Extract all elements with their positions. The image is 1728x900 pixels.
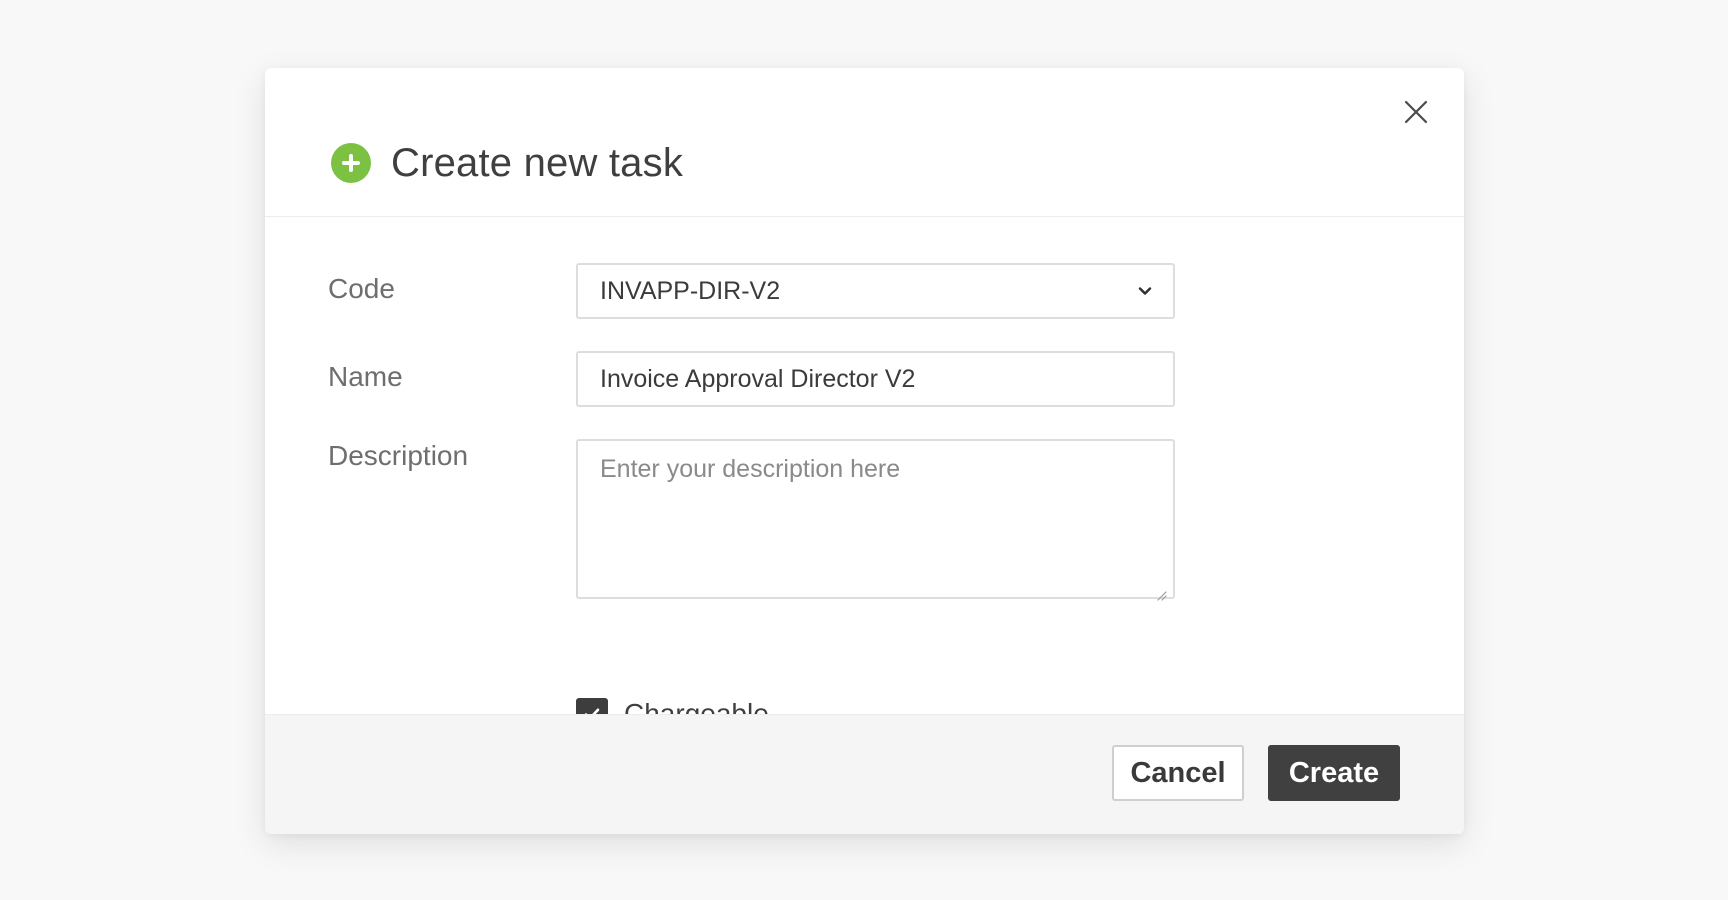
description-textarea[interactable]: Enter your description here bbox=[576, 439, 1175, 601]
create-task-dialog: Create new task Code INVAPP-DIR-V2 Name … bbox=[265, 68, 1464, 834]
name-label: Name bbox=[328, 361, 403, 392]
plus-circle-icon bbox=[331, 143, 371, 183]
task-form: Code INVAPP-DIR-V2 Name Invoice Approval… bbox=[265, 218, 1464, 783]
close-button[interactable] bbox=[1396, 92, 1436, 132]
resize-handle-icon[interactable] bbox=[1155, 579, 1167, 601]
code-label: Code bbox=[328, 273, 395, 304]
code-select-value: INVAPP-DIR-V2 bbox=[600, 276, 781, 305]
description-label: Description bbox=[328, 440, 469, 471]
cancel-button[interactable]: Cancel bbox=[1112, 745, 1244, 801]
page-background: Create new task Code INVAPP-DIR-V2 Name … bbox=[0, 0, 1728, 900]
code-select[interactable]: INVAPP-DIR-V2 bbox=[576, 263, 1175, 319]
dialog-title: Create new task bbox=[391, 141, 684, 185]
dialog-header: Create new task bbox=[265, 68, 1464, 217]
description-placeholder: Enter your description here bbox=[600, 455, 901, 483]
description-row: Description Enter your description here bbox=[265, 439, 1464, 601]
dialog-title-group: Create new task bbox=[331, 143, 683, 183]
close-icon bbox=[1404, 100, 1428, 124]
dialog-footer: Cancel Create bbox=[265, 714, 1464, 834]
chevron-down-icon bbox=[1135, 281, 1155, 301]
name-input[interactable]: Invoice Approval Director V2 bbox=[576, 351, 1175, 407]
create-button[interactable]: Create bbox=[1268, 745, 1400, 801]
